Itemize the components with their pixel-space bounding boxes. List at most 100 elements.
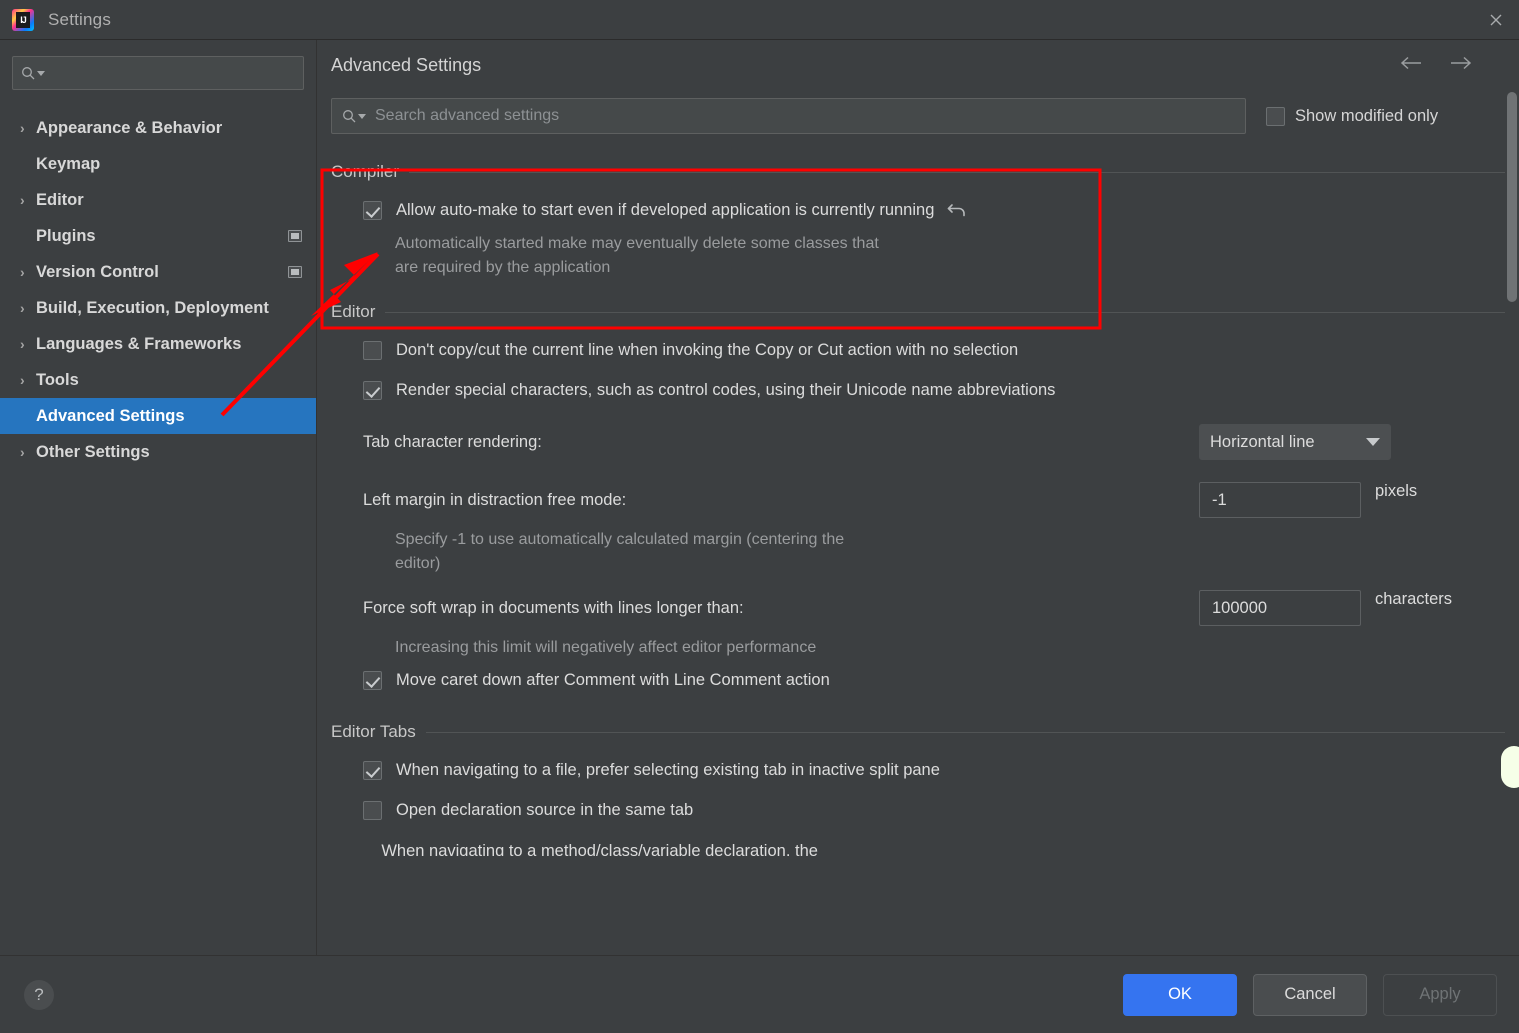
arrow-right-icon[interactable] [1449,55,1473,76]
chevron-right-icon[interactable]: › [20,192,36,208]
setting-dropdown[interactable]: Horizontal line [1199,424,1391,460]
chevron-right-icon[interactable]: › [20,372,36,388]
sidebar-item-advanced-settings[interactable]: ›Advanced Settings [0,398,316,434]
sidebar-item-other-settings[interactable]: ›Other Settings [0,434,316,470]
sidebar-item-label: Build, Execution, Deployment [36,299,269,318]
arrow-left-icon[interactable] [1399,55,1423,76]
setting-field-row: Tab character rendering:Horizontal line [331,416,1505,468]
window-title: Settings [48,10,111,30]
setting-dropdown-value: Horizontal line [1210,433,1315,452]
setting-checkbox[interactable] [363,761,382,780]
sidebar-item-label: Other Settings [36,443,150,462]
sidebar-item-label: Languages & Frameworks [36,335,241,354]
setting-text-value: -1 [1212,491,1227,510]
setting-checkbox[interactable] [363,671,382,690]
sidebar-item-languages-frameworks[interactable]: ›Languages & Frameworks [0,326,316,362]
setting-control: 100000 characters [1199,590,1505,626]
main-header: Advanced Settings [317,40,1519,90]
settings-content: Compiler Allow auto-make to start even if… [317,140,1519,955]
setting-checkbox-row[interactable]: Render special characters, such as contr… [331,370,1505,410]
sidebar-item-label: Plugins [36,227,96,246]
sidebar-item-keymap[interactable]: ›Keymap [0,146,316,182]
setting-description: Automatically started make may eventuall… [331,232,971,280]
search-icon [342,109,357,124]
advanced-search-input[interactable]: Search advanced settings [331,98,1246,134]
apply-button: Apply [1383,974,1497,1016]
sidebar-item-editor[interactable]: ›Editor [0,182,316,218]
revert-icon[interactable] [946,200,968,220]
setting-checkbox-row[interactable]: Move caret down after Comment with Line … [331,660,1505,700]
setting-text-input[interactable]: -1 [1199,482,1361,518]
sidebar-item-tools[interactable]: ›Tools [0,362,316,398]
setting-label: Open declaration source in the same tab [396,801,693,820]
main-panel: Advanced Settings [316,40,1519,955]
setting-description: Increasing this limit will negatively af… [331,636,971,660]
project-level-badge-icon [288,230,302,242]
show-modified-only-toggle[interactable]: Show modified only [1266,107,1438,126]
setting-checkbox[interactable] [363,381,382,400]
show-modified-only-checkbox[interactable] [1266,107,1285,126]
section-title: Compiler [331,162,399,182]
section-title: Editor [331,302,375,322]
setting-checkbox[interactable] [363,201,382,220]
setting-label: When navigating to a file, prefer select… [396,761,940,780]
ok-button[interactable]: OK [1123,974,1237,1016]
chevron-right-icon[interactable]: › [20,336,36,352]
chevron-right-icon[interactable]: › [20,444,36,460]
dialog-body: ›Appearance & Behavior›Keymap›Editor›Plu… [0,40,1519,955]
sidebar-item-label: Appearance & Behavior [36,119,222,138]
sidebar-item-label: Version Control [36,263,159,282]
sidebar-search-input[interactable] [12,56,304,90]
section-divider [426,732,1505,733]
setting-checkbox-row[interactable]: Allow auto-make to start even if develop… [331,190,1505,230]
chevron-down-icon [1366,438,1380,446]
setting-description: Specify -1 to use automatically calculat… [331,528,971,576]
title-bar: Settings [0,0,1519,40]
setting-unit-label: characters [1375,590,1487,626]
footer-buttons: OK Cancel Apply [1123,974,1497,1016]
section-header: Editor [331,302,1505,322]
cancel-button[interactable]: Cancel [1253,974,1367,1016]
partially-visible-setting-row: When navigating to a method/class/variab… [331,842,1505,856]
project-level-badge-icon [288,266,302,278]
setting-checkbox[interactable] [363,801,382,820]
chevron-right-icon[interactable]: › [20,264,36,280]
dialog-footer: ? OK Cancel Apply [0,955,1519,1033]
sidebar-item-label: Editor [36,191,84,210]
setting-field-row: Left margin in distraction free mode: -1 p… [331,474,1505,526]
setting-checkbox[interactable] [363,341,382,360]
setting-text-input[interactable]: 100000 [1199,590,1361,626]
settings-dialog: Settings ›Appearance & [0,0,1519,1033]
setting-unit-label: pixels [1375,482,1487,518]
advanced-search-placeholder: Search advanced settings [375,107,559,125]
setting-checkbox-row[interactable]: Open declaration source in the same tab [331,790,1505,830]
chevron-right-icon[interactable]: › [20,120,36,136]
vertical-scrollbar-thumb[interactable] [1507,92,1517,302]
setting-label: Left margin in distraction free mode: [363,491,626,510]
sidebar-item-plugins[interactable]: ›Plugins [0,218,316,254]
advanced-search-row: Search advanced settings Show modified o… [317,92,1519,140]
sidebar-search-wrap [0,56,316,90]
section-title: Editor Tabs [331,722,416,742]
section-divider [409,172,1505,173]
sidebar-item-version-control[interactable]: ›Version Control [0,254,316,290]
setting-text-value: 100000 [1212,599,1267,618]
setting-control: Horizontal line [1199,424,1505,460]
section-header: Editor Tabs [331,722,1505,742]
setting-checkbox-row[interactable]: When navigating to a file, prefer select… [331,750,1505,790]
help-button[interactable]: ? [24,980,54,1010]
setting-label: Render special characters, such as contr… [396,381,1055,400]
page-title: Advanced Settings [331,55,481,76]
setting-checkbox-row[interactable]: Don't copy/cut the current line when inv… [331,330,1505,370]
sidebar-item-label: Keymap [36,155,100,174]
sidebar-item-build-execution-deployment[interactable]: ›Build, Execution, Deployment [0,290,316,326]
setting-field-row: Force soft wrap in documents with lines … [331,582,1505,634]
cursor-overlay [1501,746,1519,788]
sidebar-item-appearance-behavior[interactable]: ›Appearance & Behavior [0,110,316,146]
show-modified-only-label: Show modified only [1295,107,1438,126]
setting-label: Move caret down after Comment with Line … [396,671,830,690]
setting-control: -1 pixels [1199,482,1505,518]
chevron-right-icon[interactable]: › [20,300,36,316]
sidebar-item-label: Tools [36,371,79,390]
close-icon[interactable] [1473,0,1519,39]
